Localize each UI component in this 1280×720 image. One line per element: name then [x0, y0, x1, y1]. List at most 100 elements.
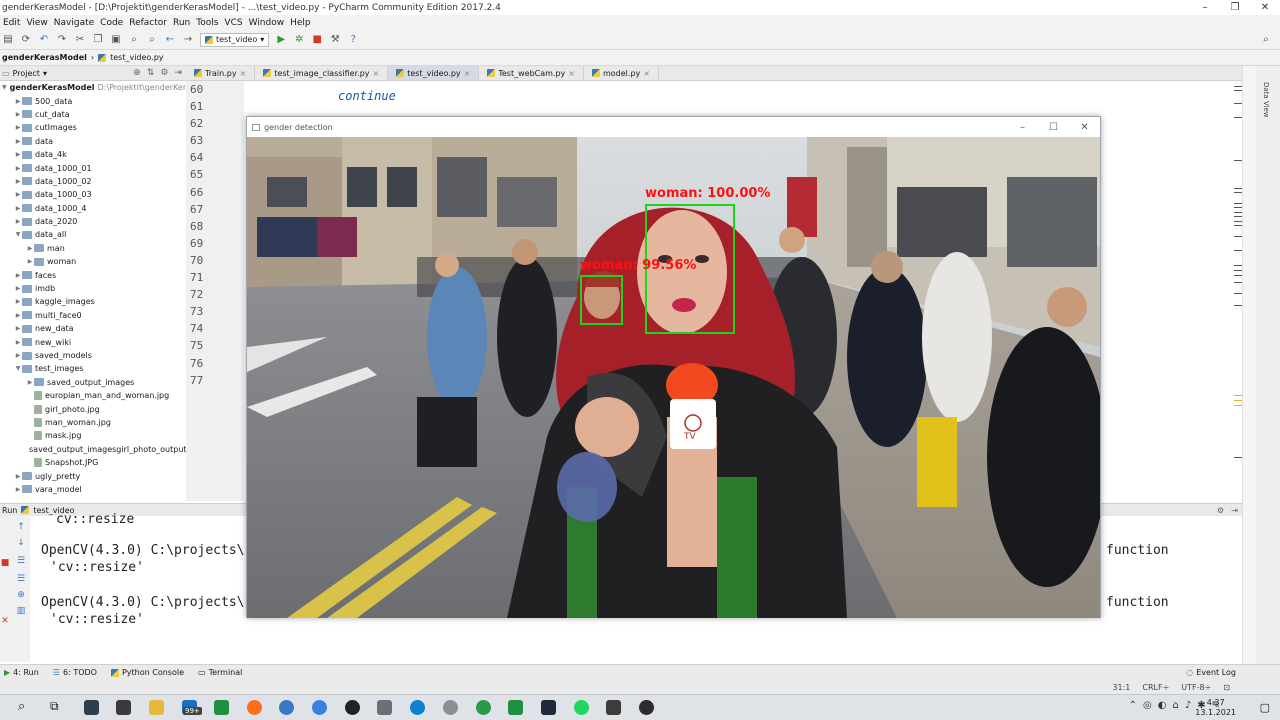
- edge-app-icon[interactable]: [410, 700, 425, 715]
- stop-icon[interactable]: ■: [0, 558, 10, 568]
- replace-icon[interactable]: ⌕: [146, 34, 158, 46]
- scroll-marker[interactable]: [1234, 216, 1242, 217]
- close-tab-icon[interactable]: ×: [643, 69, 650, 78]
- cut-icon[interactable]: ✂: [74, 34, 86, 46]
- find-icon[interactable]: ⌕: [128, 34, 140, 46]
- editor-tab[interactable]: test_video.py ×: [388, 66, 480, 80]
- firefox-app-icon[interactable]: [247, 700, 262, 715]
- tree-item[interactable]: ▶ data_1000_02: [0, 175, 186, 188]
- scroll-marker[interactable]: [1234, 86, 1242, 87]
- nav-project[interactable]: genderKerasModel: [2, 53, 87, 62]
- tree-item[interactable]: Snapshot.JPG: [0, 456, 186, 469]
- gear-icon[interactable]: ⚙: [160, 68, 168, 78]
- close-icon[interactable]: ✕: [0, 616, 10, 626]
- tree-item[interactable]: ▶ woman: [0, 255, 186, 268]
- chevron-right-icon[interactable]: ▶: [14, 486, 22, 493]
- todo-tool-tab[interactable]: ☰ 6: TODO: [53, 668, 97, 677]
- trash-icon[interactable]: ▥: [16, 606, 26, 616]
- undo-icon[interactable]: ↶: [38, 34, 50, 46]
- chevron-right-icon[interactable]: ▶: [14, 165, 22, 172]
- data-view-tab[interactable]: Data View: [1262, 82, 1270, 118]
- tree-item[interactable]: ▶ man: [0, 242, 186, 255]
- pin-icon[interactable]: ⊕: [16, 590, 26, 600]
- editor-tab[interactable]: Test_webCam.py ×: [479, 66, 584, 80]
- tree-item[interactable]: ▶ data_1000_03: [0, 188, 186, 201]
- tree-item[interactable]: man_woman.jpg: [0, 416, 186, 429]
- file-explorer-icon[interactable]: [149, 700, 164, 715]
- pycharm-app-icon[interactable]: [214, 700, 229, 715]
- menu-view[interactable]: View: [23, 18, 50, 28]
- scroll-marker[interactable]: [1234, 207, 1242, 208]
- chevron-down-icon[interactable]: ▼: [14, 231, 22, 238]
- tree-item[interactable]: ▶ new_data: [0, 322, 186, 335]
- event-log-tab[interactable]: ◌ Event Log: [1186, 668, 1236, 677]
- menu-window[interactable]: Window: [246, 18, 288, 28]
- menu-edit[interactable]: Edit: [0, 18, 23, 28]
- help-icon[interactable]: ?: [347, 34, 359, 46]
- chevron-down-icon[interactable]: ▼: [2, 84, 7, 91]
- soft-wrap-icon[interactable]: ☰: [16, 556, 26, 566]
- chevron-right-icon[interactable]: ▶: [14, 272, 22, 279]
- scroll-marker[interactable]: [1234, 293, 1242, 294]
- tree-item[interactable]: europian_man_and_woman.jpg: [0, 389, 186, 402]
- close-button[interactable]: ✕: [1250, 0, 1280, 15]
- tree-item[interactable]: ▶ data_1000_4: [0, 202, 186, 215]
- app-icon[interactable]: [377, 700, 392, 715]
- app-icon[interactable]: [345, 700, 360, 715]
- chevron-right-icon[interactable]: ▶: [26, 258, 34, 265]
- tree-item[interactable]: ▶ data_1000_01: [0, 161, 186, 174]
- menu-run[interactable]: Run: [170, 18, 193, 28]
- menu-navigate[interactable]: Navigate: [51, 18, 97, 28]
- app-icon[interactable]: [443, 700, 458, 715]
- gd-minimize-button[interactable]: –: [1007, 117, 1038, 137]
- tree-item[interactable]: ▶ multi_face0: [0, 309, 186, 322]
- tree-item[interactable]: ▶ data: [0, 135, 186, 148]
- project-panel-title[interactable]: Project: [13, 69, 40, 78]
- tray-app-icon[interactable]: ◎: [1143, 700, 1152, 711]
- sync-icon[interactable]: ⟳: [20, 34, 32, 46]
- tree-item[interactable]: ▶ ugly_pretty: [0, 469, 186, 482]
- task-view-icon[interactable]: ⧉: [50, 699, 59, 714]
- terminal-tab[interactable]: ▭ Terminal: [198, 668, 242, 677]
- chevron-right-icon[interactable]: ▶: [14, 111, 22, 118]
- scroll-marker[interactable]: [1234, 405, 1242, 406]
- nav-file[interactable]: test_video.py: [110, 53, 163, 62]
- line-separator[interactable]: CRLF÷: [1142, 683, 1169, 692]
- scroll-marker[interactable]: [1234, 160, 1242, 161]
- gear-icon[interactable]: ⚙: [1217, 506, 1224, 515]
- scroll-marker[interactable]: [1234, 103, 1242, 104]
- maximize-button[interactable]: ❐: [1220, 0, 1250, 15]
- minimize-button[interactable]: –: [1190, 0, 1220, 15]
- editor-tab[interactable]: test_image_classifier.py ×: [255, 66, 389, 80]
- gd-close-button[interactable]: ✕: [1069, 117, 1100, 137]
- run-tool-tab[interactable]: ▶ 4: Run: [4, 668, 39, 677]
- scroll-marker[interactable]: [1234, 457, 1242, 458]
- forward-icon[interactable]: →: [182, 34, 194, 46]
- debug-icon[interactable]: ✲: [293, 34, 305, 46]
- close-tab-icon[interactable]: ×: [373, 69, 380, 78]
- scroll-marker[interactable]: [1234, 400, 1242, 401]
- chevron-right-icon[interactable]: ▶: [14, 473, 22, 480]
- menu-code[interactable]: Code: [97, 18, 126, 28]
- app-icon[interactable]: [606, 700, 621, 715]
- volume-icon[interactable]: ♪: [1185, 700, 1191, 711]
- clock[interactable]: 4.37 13.1.2021: [1195, 698, 1236, 718]
- editor-tab[interactable]: Train.py ×: [186, 66, 256, 80]
- open-folder-icon[interactable]: ▤: [2, 34, 14, 46]
- spotify-app-icon[interactable]: [574, 700, 589, 715]
- chevron-right-icon[interactable]: ▶: [14, 124, 22, 131]
- locate-icon[interactable]: ⊕: [133, 68, 141, 78]
- chevron-right-icon[interactable]: ▶: [14, 285, 22, 292]
- tree-item[interactable]: ▶ new_wiki: [0, 335, 186, 348]
- tree-item[interactable]: ▼ test_images: [0, 362, 186, 375]
- app-icon[interactable]: [279, 700, 294, 715]
- gd-titlebar[interactable]: gender detection – ☐ ✕: [247, 117, 1100, 137]
- scroll-marker[interactable]: [1234, 305, 1242, 306]
- scroll-marker[interactable]: [1234, 203, 1242, 204]
- tree-item[interactable]: ▶ data_2020: [0, 215, 186, 228]
- collapse-icon[interactable]: ⇅: [147, 68, 155, 78]
- app-icon[interactable]: [639, 700, 654, 715]
- chevron-down-icon[interactable]: ▾: [43, 69, 47, 78]
- chevron-right-icon[interactable]: ▶: [26, 379, 34, 386]
- chrome-app-icon[interactable]: [312, 700, 327, 715]
